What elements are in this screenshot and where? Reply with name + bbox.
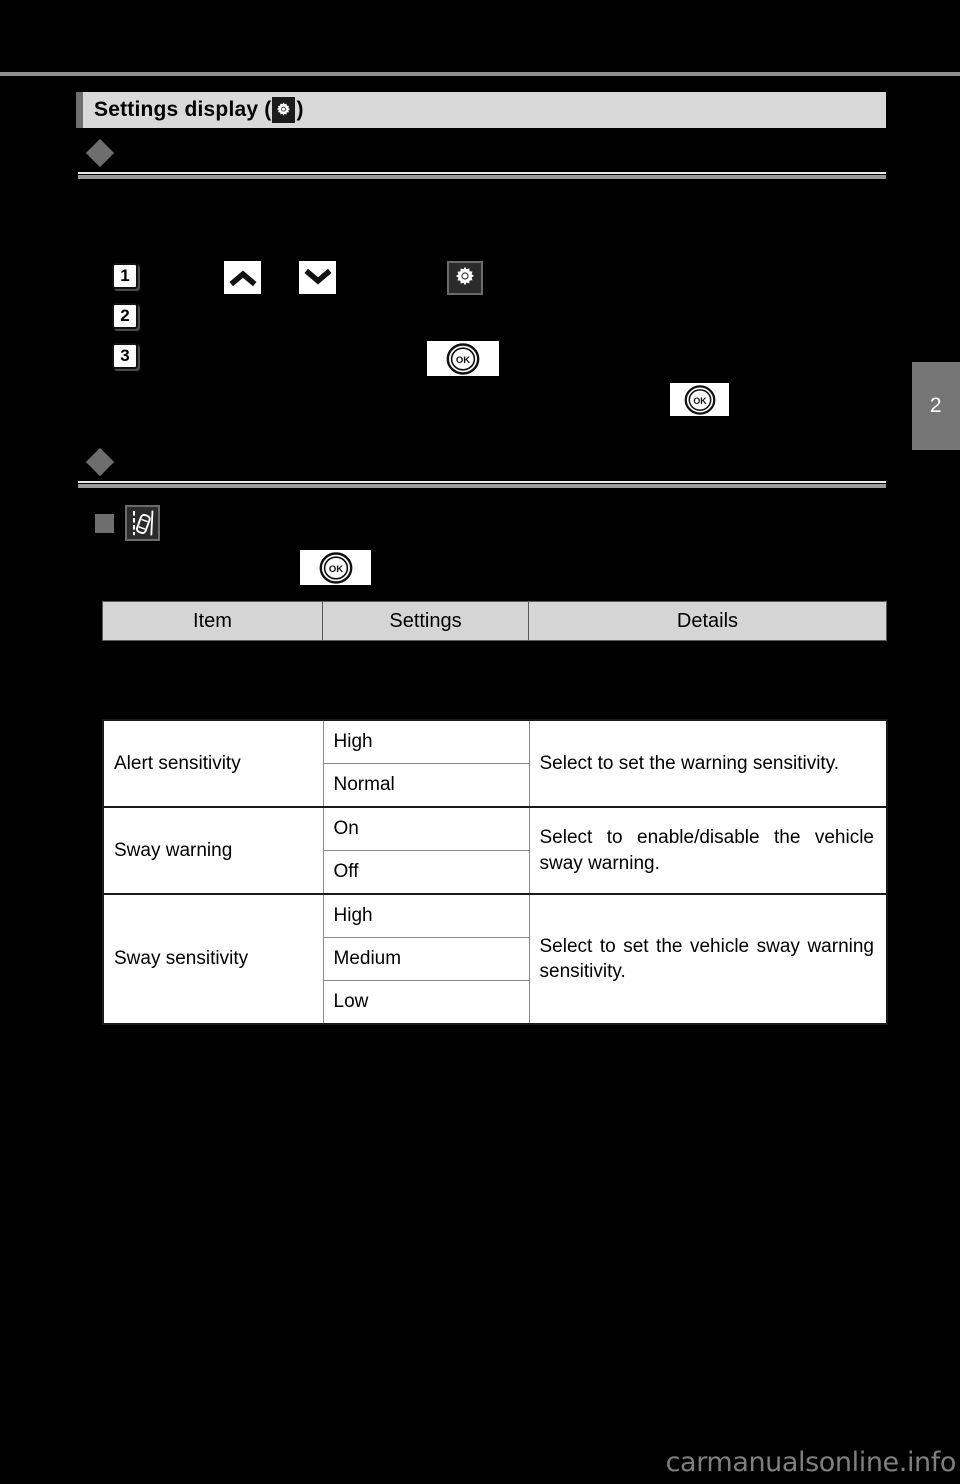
section-accent-bar [76, 92, 83, 128]
chapter-tab: 2 [912, 362, 960, 450]
square-bullet [95, 514, 114, 533]
setting-option[interactable]: Normal [322, 763, 530, 808]
rule-light-line [78, 172, 886, 174]
ok-button-step3[interactable]: OK [427, 341, 499, 376]
page-top-rule [0, 72, 960, 76]
gear-icon [272, 97, 296, 123]
document-page: Settings display ( ) 1 2 3 OK OK OK Item… [0, 0, 960, 1484]
setting-option[interactable]: Off [322, 850, 530, 895]
rule-dark-line [78, 484, 886, 488]
table-row: Sway warning On Select to enable/disable… [102, 806, 888, 895]
step-number-3: 3 [112, 343, 138, 369]
diamond-bullet-1 [85, 138, 115, 168]
column-header-item: Item [102, 601, 323, 641]
rule-dark-line [78, 175, 886, 179]
watermark: carmanualsonline.info [665, 1447, 957, 1478]
column-header-settings: Settings [322, 601, 529, 641]
chevron-down-icon [299, 261, 336, 294]
settings-table: Alert sensitivity High Select to set the… [102, 719, 888, 1025]
svg-text:OK: OK [693, 395, 707, 405]
section-title-prefix: Settings display ( [94, 98, 272, 121]
section-heading-bar: Settings display ( ) [76, 92, 886, 128]
section-title-suffix: ) [296, 98, 304, 121]
table-header-row: Item Settings Details [102, 601, 887, 641]
ok-button-subsection[interactable]: OK [300, 550, 371, 585]
setting-option[interactable]: High [322, 893, 530, 938]
details-sway-warning: Select to enable/disable the vehicle swa… [528, 806, 888, 895]
rule-light-line [78, 481, 886, 483]
item-alert-sensitivity: Alert sensitivity [102, 719, 324, 808]
svg-text:OK: OK [456, 355, 470, 366]
details-alert-sensitivity: Select to set the warning sensitivity. [528, 719, 888, 808]
svg-text:OK: OK [328, 564, 342, 575]
details-sway-sensitivity: Select to set the vehicle sway warning s… [528, 893, 888, 1025]
ok-button-inline[interactable]: OK [670, 383, 729, 416]
setting-option[interactable]: Medium [322, 937, 530, 981]
table-row: Item Settings Details [102, 601, 887, 641]
setting-option[interactable]: Low [322, 980, 530, 1025]
heading-rule-2 [78, 481, 886, 488]
item-sway-sensitivity: Sway sensitivity [102, 893, 324, 1025]
table-row: Alert sensitivity High Select to set the… [102, 719, 888, 808]
heading-rule-1 [78, 172, 886, 179]
column-header-details: Details [528, 601, 887, 641]
item-sway-warning: Sway warning [102, 806, 324, 895]
setting-option[interactable]: High [322, 719, 530, 764]
lane-departure-warning-icon [125, 505, 160, 541]
diamond-bullet-2 [85, 447, 115, 477]
gear-icon-step [447, 261, 483, 295]
setting-option[interactable]: On [322, 806, 530, 851]
chevron-up-icon [224, 261, 261, 294]
table-row: Sway sensitivity High Select to set the … [102, 893, 888, 1025]
step-number-2: 2 [112, 303, 138, 329]
step-number-1: 1 [112, 263, 138, 289]
page-title: Settings display ( ) [83, 97, 304, 123]
